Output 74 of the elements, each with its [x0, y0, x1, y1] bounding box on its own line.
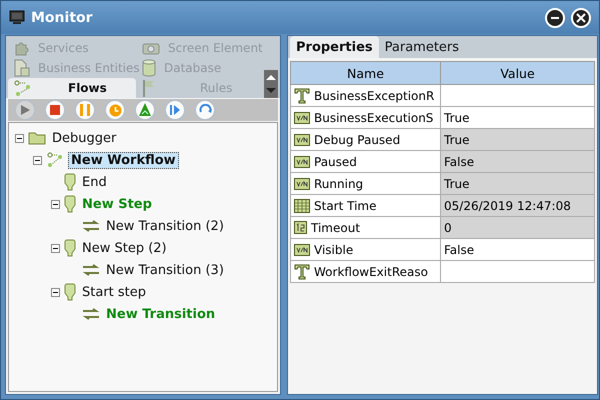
property-value-cell[interactable]: False [440, 150, 594, 172]
property-name: Paused [314, 154, 357, 168]
tree-item[interactable]: New Transition (2) [104, 218, 226, 234]
panel-tab[interactable]: Parameters [378, 36, 466, 58]
property-value-cell[interactable]: True [440, 106, 594, 128]
property-value-cell[interactable]: True [440, 128, 594, 150]
property-value-cell[interactable]: 05/26/2019 12:47:08 [440, 194, 594, 216]
boolean-type-icon [294, 244, 310, 256]
boolean-type-icon [294, 156, 310, 168]
property-value-cell[interactable]: False [440, 238, 594, 260]
scroll-down-button[interactable] [264, 84, 278, 98]
tree-item[interactable]: New Step (2) [80, 240, 169, 256]
property-name: Timeout [311, 220, 360, 234]
calendar-icon [294, 198, 310, 212]
boolean-type-icon [294, 178, 310, 190]
stop-button[interactable] [44, 99, 66, 121]
tree-button[interactable] [134, 99, 156, 121]
property-name: BusinessExceptionR [314, 88, 434, 102]
documents-icon [14, 59, 30, 77]
camera-icon [142, 41, 160, 55]
tree-item[interactable]: New Workflow [68, 152, 179, 168]
property-value-cell[interactable] [440, 260, 594, 282]
transition-icon [82, 308, 100, 320]
pause-icon [80, 104, 90, 116]
play-icon [19, 104, 31, 116]
tree-item[interactable]: Start step [80, 284, 148, 300]
window-title: Monitor [31, 10, 94, 26]
tree-item[interactable]: New Transition (3) [104, 262, 226, 278]
flow-icon [14, 79, 32, 97]
collapse-toggle[interactable] [33, 156, 42, 164]
property-name: Start Time [314, 198, 376, 212]
column-header: Value [440, 62, 594, 84]
refresh-button[interactable] [194, 99, 216, 121]
property-value-cell[interactable] [440, 84, 594, 106]
property-name: Running [314, 176, 364, 190]
step-button[interactable] [164, 99, 186, 121]
clock-icon [108, 104, 122, 116]
puzzle-icon [14, 40, 30, 56]
collapse-toggle[interactable] [51, 244, 60, 252]
close-button[interactable] [571, 8, 591, 28]
flag-icon [142, 79, 156, 97]
database-icon [142, 59, 156, 77]
boolean-type-icon [294, 134, 310, 146]
panel-tab[interactable]: Flows [8, 78, 136, 98]
collapse-toggle[interactable] [15, 134, 24, 142]
property-name: BusinessExecutionS [314, 110, 434, 124]
property-name: Debug Paused [314, 132, 400, 146]
monitor-icon [9, 10, 25, 25]
collapse-toggle[interactable] [51, 200, 60, 208]
minimize-button[interactable] [545, 8, 565, 28]
down-arrow-icon [266, 88, 276, 94]
up-arrow-icon [266, 74, 276, 80]
transition-icon [82, 220, 100, 232]
column-header: Name [290, 62, 440, 84]
text-type-icon [294, 88, 310, 104]
number-type-icon [294, 221, 307, 234]
flow-icon [46, 152, 64, 168]
scroll-up-button[interactable] [264, 70, 278, 84]
transition-icon [82, 264, 100, 276]
tree-item[interactable]: New Transition [104, 306, 218, 322]
property-value-cell[interactable]: True [440, 172, 594, 194]
tree-item[interactable]: Debugger [50, 130, 118, 146]
panel-tab[interactable]: Properties [290, 36, 379, 58]
property-name: Visible [314, 242, 354, 256]
tree-item[interactable]: New Step [80, 196, 154, 212]
text-type-icon [294, 264, 310, 280]
tree-item[interactable]: End [80, 174, 109, 190]
property-value-cell[interactable]: 0 [440, 216, 594, 238]
collapse-toggle[interactable] [51, 288, 60, 296]
close-icon [576, 12, 586, 22]
folder-icon [28, 131, 46, 145]
property-name: WorkflowExitReaso [314, 264, 428, 278]
boolean-type-icon [294, 112, 310, 124]
stop-icon [50, 105, 60, 115]
